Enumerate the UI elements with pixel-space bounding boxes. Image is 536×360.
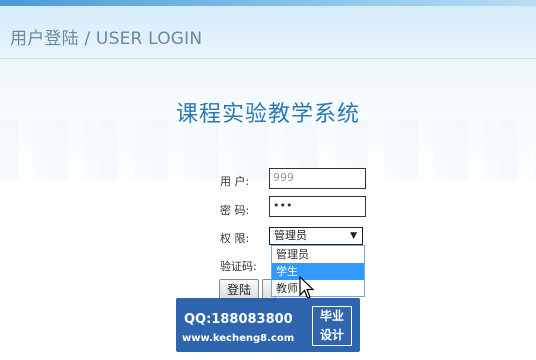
username-input[interactable]: 999 <box>269 168 366 189</box>
watermark-banner: QQ:188083800 www.kecheng8.com 毕业 设计 <box>176 298 360 352</box>
captcha-label: 验证码: <box>220 260 257 273</box>
role-option-admin[interactable]: 管理员 <box>272 246 364 263</box>
header-title: 用户登陆 / USER LOGIN <box>10 29 203 49</box>
system-title: 课程实验教学系统 <box>175 102 360 127</box>
watermark-badge: 毕业 设计 <box>312 306 352 346</box>
badge-line-2: 设计 <box>319 328 344 342</box>
username-label: 用 户: <box>220 175 250 188</box>
watermark-site: www.kecheng8.com <box>182 333 295 344</box>
role-option-teacher[interactable]: 教师 <box>272 280 364 297</box>
background-decoration <box>0 120 536 180</box>
login-header: 用户登陆 / USER LOGIN <box>0 6 536 59</box>
role-label: 权 限: <box>220 232 250 245</box>
password-input[interactable]: ••• <box>269 196 366 217</box>
chevron-down-icon: ▼ <box>350 231 357 241</box>
watermark-qq: QQ:188083800 <box>184 312 293 327</box>
mouse-pointer-icon <box>299 276 315 299</box>
password-label: 密 码: <box>220 204 250 217</box>
role-select[interactable]: 管理员 ▼ <box>269 227 363 245</box>
role-select-value: 管理员 <box>274 229 307 242</box>
role-dropdown-list: 管理员 学生 教师 <box>271 245 365 297</box>
badge-line-1: 毕业 <box>319 309 344 323</box>
role-option-student[interactable]: 学生 <box>272 263 364 280</box>
